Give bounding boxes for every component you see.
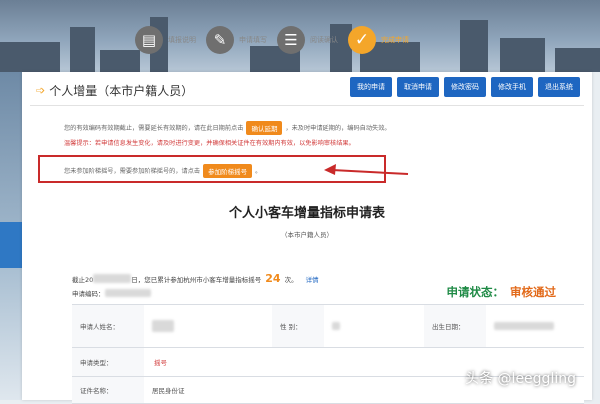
id-type-label: 证件名称： bbox=[72, 377, 144, 403]
application-number: 申请编码： bbox=[72, 288, 151, 298]
arrow-right-icon: ➩ bbox=[36, 84, 46, 97]
validity-notice: 您的有效编码有效期截止，需要延长有效期的，请在此日期前点击 确认延期 ，未及时申请延… bbox=[64, 121, 391, 135]
logout-button[interactable]: 退出系统 bbox=[538, 77, 580, 97]
redacted-gender bbox=[332, 322, 340, 330]
chat-icon: ☰ bbox=[277, 26, 305, 54]
redacted-application-number bbox=[104, 289, 151, 297]
details-link[interactable]: 详情 bbox=[306, 274, 319, 284]
side-decoration bbox=[0, 72, 22, 400]
step-label: 填报说明 bbox=[168, 36, 196, 44]
birth-date-label: 出生日期： bbox=[424, 305, 486, 347]
gender-value bbox=[324, 305, 424, 347]
redacted-birth-date bbox=[494, 322, 554, 330]
edit-icon: ✎ bbox=[206, 26, 234, 54]
form-subtitle: （本市户籍人员） bbox=[281, 231, 333, 239]
redacted-date bbox=[93, 274, 132, 283]
name-label: 申请人姓名： bbox=[72, 305, 144, 347]
gender-label: 性 别： bbox=[272, 305, 324, 347]
action-bar: 我的申请 取消申请 修改密码 修改手机 退出系统 bbox=[345, 77, 580, 97]
step-read-confirm: ☰ 阅读确认 bbox=[277, 26, 338, 54]
form-title: 个人小客车增量指标申请表 bbox=[228, 206, 385, 221]
step-complete: ✓ 完成申请 bbox=[348, 26, 409, 54]
step-fill-application: ✎ 申请填写 bbox=[206, 26, 267, 54]
my-applications-button[interactable]: 我的申请 bbox=[350, 77, 392, 97]
name-value bbox=[144, 305, 272, 347]
step-label: 完成申请 bbox=[381, 36, 409, 44]
warm-tip: 温馨提示：若申请信息发生变化，请及时进行变更，并确保相关证件在有效期内有效，以免… bbox=[64, 140, 355, 147]
step-label: 阅读确认 bbox=[310, 36, 338, 44]
main-card: ➩ 个人增量（本市户籍人员） 我的申请 取消申请 修改密码 修改手机 退出系统 … bbox=[22, 72, 592, 404]
status-badge: 审核通过 bbox=[510, 285, 556, 299]
page-title: ➩ 个人增量（本市户籍人员） bbox=[36, 82, 193, 99]
lottery-statistics: 截止20 日，您已累计参加杭州市小客车增量指标摇号 24 次。 详情 bbox=[72, 272, 319, 285]
confirm-extension-button[interactable]: 确认延期 bbox=[246, 121, 283, 135]
document-icon: ▤ bbox=[135, 26, 163, 54]
application-type-label: 申请类型： bbox=[72, 348, 144, 376]
birth-date-value bbox=[486, 305, 584, 347]
step-instructions: ▤ 填报说明 bbox=[135, 26, 196, 54]
application-form-table: 申请人姓名： 性 别： 出生日期： 申请类型： 摇号 证件名称： 居民身份证 bbox=[72, 304, 584, 404]
check-icon: ✓ bbox=[348, 26, 376, 54]
change-password-button[interactable]: 修改密码 bbox=[444, 77, 486, 97]
annotation-arrow-icon bbox=[324, 164, 409, 175]
step-label: 申请填写 bbox=[239, 36, 267, 44]
cancel-application-button[interactable]: 取消申请 bbox=[397, 77, 439, 97]
redacted-name bbox=[152, 320, 174, 332]
page-title-text: 个人增量（本市户籍人员） bbox=[49, 84, 194, 98]
application-status: 申请状态： 审核通过 bbox=[446, 285, 557, 299]
divider bbox=[30, 105, 584, 106]
table-row: 申请人姓名： 性 别： 出生日期： bbox=[72, 305, 584, 348]
progress-steps: ▤ 填报说明 ✎ 申请填写 ☰ 阅读确认 ✓ 完成申请 bbox=[135, 24, 419, 56]
change-phone-button[interactable]: 修改手机 bbox=[491, 77, 533, 97]
watermark: 头条 @leeggling bbox=[465, 371, 576, 387]
lottery-count: 24 bbox=[265, 272, 281, 285]
